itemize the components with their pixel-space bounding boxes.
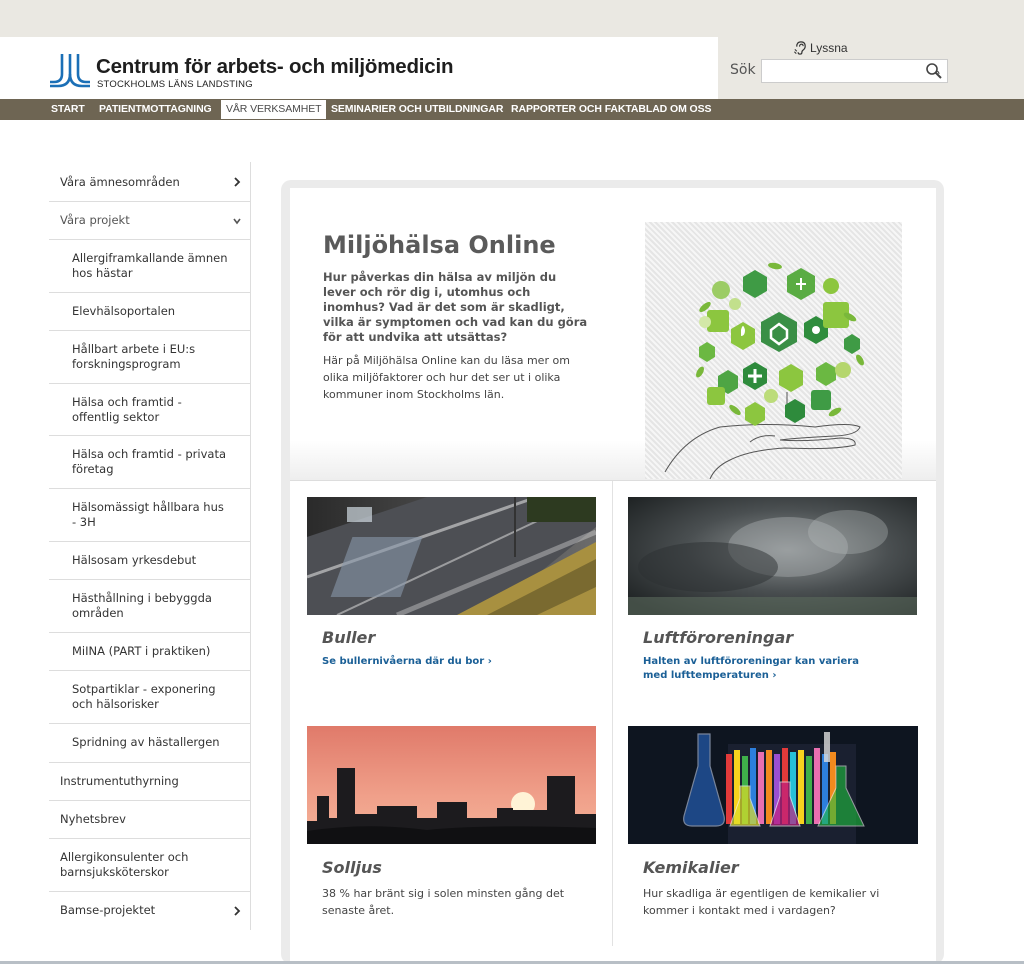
search-label: Sök (730, 62, 756, 78)
sidebar-item-spridning[interactable]: Spridning av hästallergen (49, 724, 250, 763)
sidebar-item-halsa-privata[interactable]: Hälsa och framtid - privata företag (49, 436, 250, 489)
sidebar-item-label: Allergiframkallande ämnen hos hästar (72, 251, 228, 280)
sidebar-item-halsa-offentlig[interactable]: Hälsa och framtid - offentlig sektor (49, 384, 250, 436)
section-divider (290, 480, 936, 481)
nav-var-verksamhet[interactable]: VÅR VERKSAMHET (221, 100, 327, 119)
listen-label: Lyssna (810, 40, 848, 55)
site-subtitle: STOCKHOLMS LÄNS LANDSTING (97, 79, 253, 90)
kemikalier-text: Hur skadliga är egentligen de kemikalier… (643, 887, 880, 917)
kemikalier-title[interactable]: Kemikalier (643, 858, 739, 877)
sidebar-item-label: Våra projekt (60, 213, 130, 227)
chevron-down-icon (233, 218, 241, 224)
sidebar-item-label: Bamse-projektet (60, 903, 156, 917)
nav-patientmottagning[interactable]: PATIENTMOTTAGNING (99, 99, 212, 120)
sidebar-item-sotpartiklar[interactable]: Sotpartiklar - exponering och hälsoriske… (49, 671, 250, 724)
sidebar-item-instrumentuthyrning[interactable]: Instrumentuthyrning (49, 763, 250, 801)
sidebar-item-nyhetsbrev[interactable]: Nyhetsbrev (49, 801, 250, 839)
sidebar-item-allergiframkallande[interactable]: Allergiframkallande ämnen hos hästar (49, 240, 250, 293)
luftfororeningar-image[interactable] (628, 497, 917, 615)
nav-rapporter[interactable]: RAPPORTER OCH FAKTABLAD (511, 99, 667, 120)
chevron-right-icon (234, 176, 241, 187)
nav-om-oss[interactable]: OM OSS (670, 99, 712, 120)
search-icon[interactable] (925, 62, 943, 80)
listen-button[interactable]: Lyssna (793, 40, 848, 55)
buller-title[interactable]: Buller (322, 628, 375, 647)
top-strip (0, 0, 1024, 37)
sidebar-item-label: Elevhälsoportalen (72, 304, 176, 318)
sidebar-item-bamse[interactable]: Bamse-projektet (49, 892, 250, 930)
hero-title: Miljöhälsa Online (323, 231, 556, 259)
solljus-title[interactable]: Solljus (322, 858, 382, 877)
sidebar-item-hallbart-arbete[interactable]: Hållbart arbete i EU:s forskningsprogram (49, 331, 250, 384)
buller-link[interactable]: Se bullernivåerna där du bor › (322, 655, 592, 669)
sidebar-item-label: Hälsomässigt hållbara hus - 3H (72, 500, 224, 529)
search-input[interactable] (761, 59, 948, 83)
sidebar-item-halsomassigt-hus[interactable]: Hälsomässigt hållbara hus - 3H (49, 489, 250, 542)
tree-of-hexagons-icon (664, 262, 864, 480)
site-title[interactable]: Centrum för arbets- och miljömedicin (96, 55, 453, 79)
kemikalier-image[interactable] (628, 726, 918, 844)
ear-icon (794, 41, 806, 55)
sidebar-item-hasthallning[interactable]: Hästhållning i bebyggda områden (49, 580, 250, 633)
solljus-text: 38 % har bränt sig i solen minsten gång … (322, 887, 565, 917)
sidebar-item-vara-projekt[interactable]: Våra projekt (49, 202, 250, 240)
hero-lead: Hur påverkas din hälsa av miljön du leve… (323, 270, 588, 344)
sidebar-item-label: Hälsa och framtid - privata företag (72, 447, 227, 476)
sidebar-item-vara-amnesomraden[interactable]: Våra ämnesområden (49, 162, 250, 202)
main-navigation: START PATIENTMOTTAGNING VÅR VERKSAMHET S… (0, 99, 1024, 120)
sidebar-item-label: Hälsa och framtid - offentlig sektor (72, 395, 182, 424)
sidebar-item-label: Instrumentuthyrning (60, 774, 179, 788)
sidebar-item-label: Hälsosam yrkesdebut (72, 553, 197, 567)
luftfororeningar-title[interactable]: Luftföroreningar (643, 628, 793, 647)
luftfororeningar-link[interactable]: Halten av luftföroreningar kan variera m… (643, 655, 883, 683)
sidebar-item-label: Allergikonsulenter och barnsjukskötersko… (60, 850, 189, 879)
sidebar-item-label: Hållbart arbete i EU:s forskningsprogram (72, 342, 196, 371)
sidebar-item-label: Hästhållning i bebyggda områden (72, 591, 212, 620)
hero-body: Här på Miljöhälsa Online kan du läsa mer… (323, 354, 570, 401)
sidebar-item-label: Nyhetsbrev (60, 812, 126, 826)
environment-health-illustration (645, 222, 902, 480)
sidebar-item-allergikonsulenter[interactable]: Allergikonsulenter och barnsjukskötersko… (49, 839, 250, 892)
sidebar-item-label: Våra ämnesområden (60, 175, 180, 189)
solljus-image[interactable] (307, 726, 596, 844)
column-divider (612, 481, 613, 946)
site-logo-icon[interactable] (48, 52, 92, 88)
sidebar-item-label: Sotpartiklar - exponering och hälsoriske… (72, 682, 216, 711)
chevron-right-icon (234, 906, 241, 916)
sidebar-item-label: Spridning av hästallergen (72, 735, 220, 749)
sidebar-item-halsosam-yrkesdebut[interactable]: Hälsosam yrkesdebut (49, 542, 250, 580)
sidebar-item-elevhalsoportalen[interactable]: Elevhälsoportalen (49, 293, 250, 331)
nav-start[interactable]: START (51, 99, 85, 120)
sidebar-item-label: MiINA (PART i praktiken) (72, 644, 211, 658)
sidebar-item-miina[interactable]: MiINA (PART i praktiken) (49, 633, 250, 671)
buller-image[interactable] (307, 497, 596, 615)
sidebar-menu: Våra ämnesområden Våra projekt Allergifr… (49, 162, 251, 930)
nav-seminarier[interactable]: SEMINARIER OCH UTBILDNINGAR (331, 99, 503, 120)
